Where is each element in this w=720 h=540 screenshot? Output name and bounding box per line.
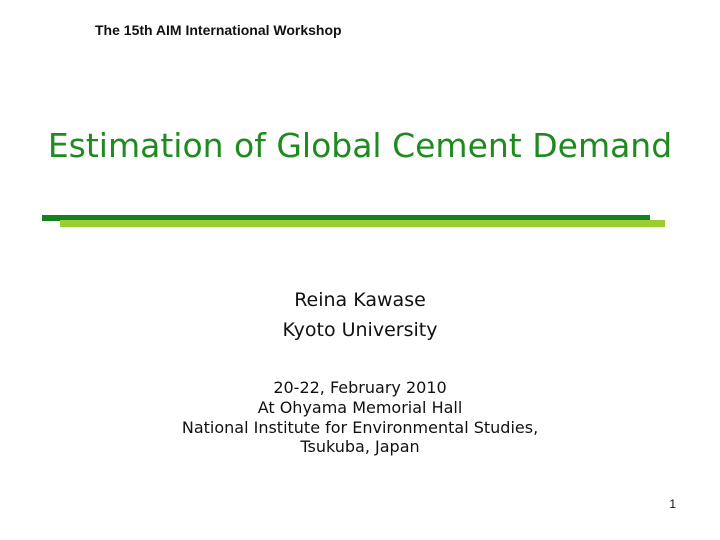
slide-title: Estimation of Global Cement Demand: [47, 126, 673, 165]
event-venue: At Ohyama Memorial Hall: [257, 398, 463, 417]
author-affiliation: Kyoto University: [282, 319, 438, 341]
author-name: Reina Kawase: [294, 289, 426, 311]
event-dates: 20-22, February 2010: [273, 378, 447, 397]
event-location: Tsukuba, Japan: [300, 437, 420, 456]
author-block: Reina Kawase Kyoto University: [0, 285, 720, 345]
event-block: 20-22, February 2010 At Ohyama Memorial …: [0, 378, 720, 455]
event-institute: National Institute for Environmental Stu…: [181, 418, 539, 437]
workshop-header: The 15th AIM International Workshop: [95, 22, 342, 38]
title-underline-light: [60, 220, 665, 227]
slide-number: 1: [669, 497, 676, 511]
